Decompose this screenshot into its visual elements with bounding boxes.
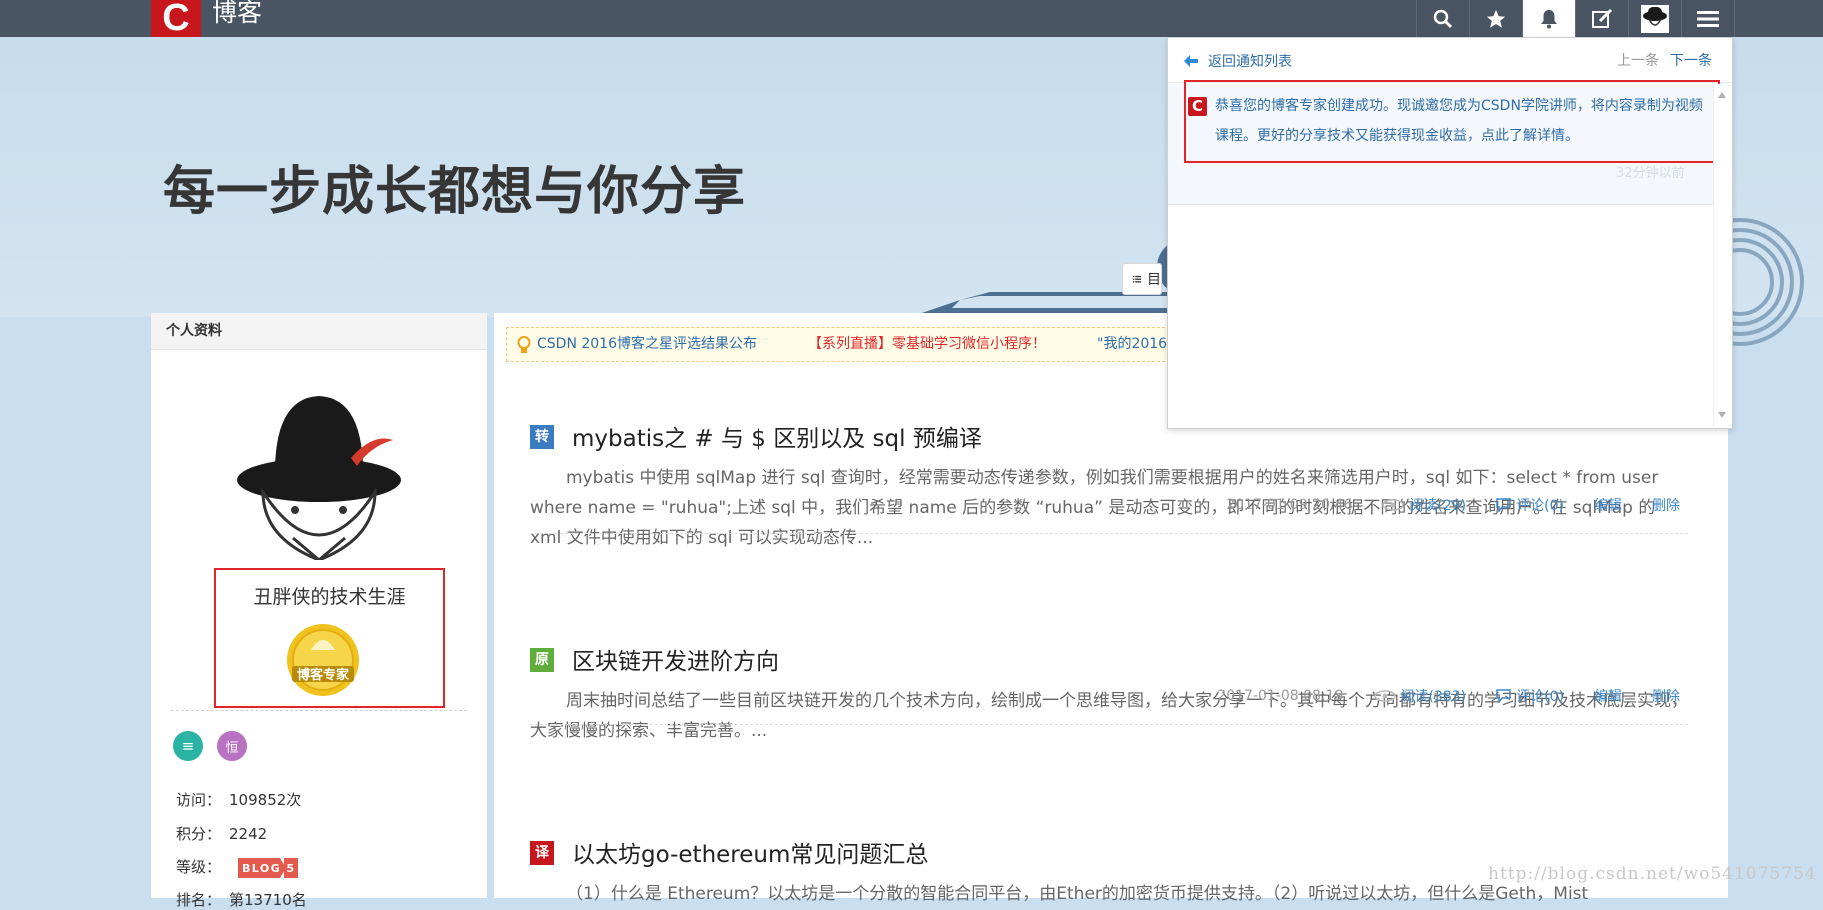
notification-scrollbar[interactable] xyxy=(1713,84,1731,426)
read-count[interactable]: 阅读(383) xyxy=(1373,686,1466,706)
directory-label: 目 xyxy=(1147,272,1161,288)
post-meta: 2017-01-08 08:19 阅读(383) 评论(0) 编辑 删除 xyxy=(1217,686,1680,706)
notification-message[interactable]: 恭喜您的博客专家创建成功。现诚邀您成为CSDN学院讲师，将内容录制为视频课程。更… xyxy=(1215,91,1705,151)
persistence-badge-icon[interactable]: 恒 xyxy=(217,731,247,761)
comment-icon xyxy=(1496,689,1511,703)
directory-toggle-button[interactable]: 目 xyxy=(1122,263,1162,295)
avatar xyxy=(1641,4,1669,33)
search-icon xyxy=(1433,9,1453,28)
blog-name-highlight: 丑胖侠的技术生涯 博客专家 xyxy=(214,568,445,708)
csdn-logo-icon: C xyxy=(1188,97,1207,116)
post-title[interactable]: mybatis之 # 与 $ 区别以及 sql 预编译 xyxy=(572,419,982,453)
divider xyxy=(171,710,467,711)
next-notification-button[interactable]: 下一条 xyxy=(1670,50,1712,70)
blog-level-text: BLOG 5 xyxy=(242,862,294,875)
back-to-notifications-link[interactable]: 返回通知列表 xyxy=(1184,51,1292,71)
blog-expert-badge[interactable]: 博客专家 xyxy=(284,622,362,698)
announcement-link-1[interactable]: CSDN 2016博客之星评选结果公布 xyxy=(537,328,757,361)
stat-visits: 访问： 109852次 xyxy=(176,791,302,809)
stat-level: 等级： BLOG 5 xyxy=(176,856,298,878)
edit-link[interactable]: 编辑 xyxy=(1594,495,1622,515)
post-type-tag: 译 xyxy=(530,841,554,865)
user-avatar-button[interactable] xyxy=(1628,0,1681,37)
divider xyxy=(530,724,1688,725)
edit-link[interactable]: 编辑 xyxy=(1594,686,1622,706)
profile-avatar[interactable] xyxy=(233,388,405,560)
announcement-link-3[interactable]: "我的2016" xyxy=(1097,328,1174,361)
blog-level-badge[interactable]: BLOG 5 xyxy=(237,857,298,878)
notifications-button[interactable] xyxy=(1522,0,1575,37)
menu-button[interactable] xyxy=(1681,0,1735,37)
stat-rank: 排名： 第13710名 xyxy=(176,891,307,909)
post-meta: 2017-01-09 20:46 阅读(29) 评论(0) 编辑 删除 xyxy=(1226,495,1680,515)
post-type-tag: 原 xyxy=(530,648,554,672)
profile-panel: 个人资料 丑胖侠的技术生涯 博客专家 ≡ 恒 访问： 109852次 积分： 224… xyxy=(151,313,487,909)
expert-badge-text: 博客专家 xyxy=(297,667,350,683)
divider xyxy=(530,533,1688,534)
top-nav-bar: C 博客 xyxy=(0,0,1823,37)
write-post-button[interactable] xyxy=(1575,0,1628,37)
eye-icon xyxy=(1373,690,1396,702)
post-title[interactable]: 以太坊go-ethereum常见问题汇总 xyxy=(572,835,928,869)
comment-icon xyxy=(1496,498,1511,512)
post-type-tag: 转 xyxy=(530,425,554,449)
post-title[interactable]: 区块链开发进阶方向 xyxy=(572,642,779,676)
previous-notification-button[interactable]: 上一条 xyxy=(1617,50,1659,70)
notification-panel: 返回通知列表 上一条 下一条 C 恭喜您的博客专家创建成功。现诚邀您成为CSDN… xyxy=(1167,37,1733,429)
eye-icon xyxy=(1382,499,1405,511)
delete-link[interactable]: 删除 xyxy=(1652,495,1680,515)
delete-link[interactable]: 删除 xyxy=(1652,686,1680,706)
post-date: 2017-01-08 08:19 xyxy=(1217,688,1344,704)
blog-name[interactable]: 丑胖侠的技术生涯 xyxy=(216,582,443,609)
scroll-down-arrow[interactable] xyxy=(1718,412,1726,418)
edit-icon xyxy=(1592,8,1613,28)
lightbulb-icon xyxy=(517,336,531,353)
watermark: http://blog.csdn.net/wo541075754 xyxy=(1488,864,1817,884)
list-badge-icon[interactable]: ≡ xyxy=(173,731,203,761)
notification-header: 返回通知列表 上一条 下一条 xyxy=(1168,38,1732,83)
back-arrow-icon xyxy=(1184,55,1198,67)
stat-points: 积分： 2242 xyxy=(176,825,268,843)
csdn-logo[interactable]: C xyxy=(151,0,201,37)
announcement-link-2[interactable]: 【系列直播】零基础学习微信小程序！ xyxy=(808,328,1046,361)
star-icon xyxy=(1486,9,1506,28)
scroll-up-arrow[interactable] xyxy=(1718,92,1726,98)
profile-header: 个人资料 xyxy=(151,313,487,350)
blog-slogan: 每一步成长都想与你分享 xyxy=(163,162,747,222)
comment-count[interactable]: 评论(0) xyxy=(1496,495,1564,515)
post-date: 2017-01-09 20:46 xyxy=(1226,497,1353,513)
read-count[interactable]: 阅读(29) xyxy=(1382,495,1466,515)
comment-count[interactable]: 评论(0) xyxy=(1496,686,1564,706)
bell-icon xyxy=(1541,9,1557,28)
site-section-title[interactable]: 博客 xyxy=(212,0,262,30)
list-icon xyxy=(1133,275,1141,283)
notification-time: 32分钟以前 xyxy=(1616,166,1685,181)
menu-icon xyxy=(1697,10,1719,27)
search-button[interactable] xyxy=(1416,0,1469,37)
favorites-button[interactable] xyxy=(1469,0,1522,37)
